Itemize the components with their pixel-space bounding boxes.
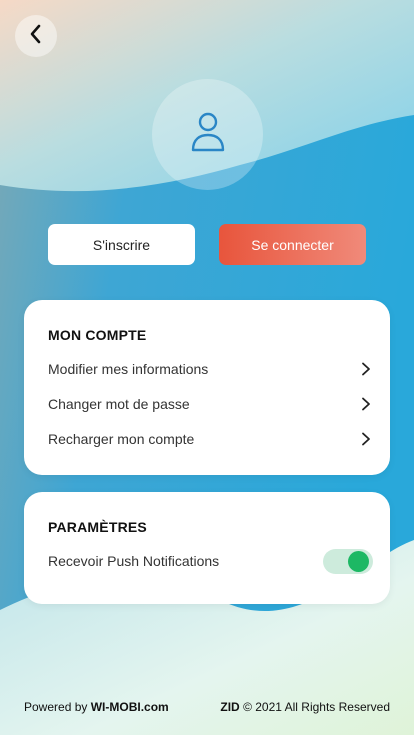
chevron-right-icon [360,362,372,376]
account-item-edit-info[interactable]: Modifier mes informations [48,357,372,381]
account-item-recharge[interactable]: Recharger mon compte [48,427,372,451]
push-notifications-toggle[interactable] [323,549,373,574]
push-notifications-row: Recevoir Push Notifications [48,549,300,573]
chevron-right-icon [360,432,372,446]
account-item-label: Modifier mes informations [48,361,209,377]
login-button[interactable]: Se connecter [219,224,366,265]
register-label: S'inscrire [92,236,151,253]
user-icon [190,111,226,158]
login-label: Se connecter [251,236,334,253]
powered-by-text: Powered by WI-MOBI.com [24,700,169,714]
settings-card: PARAMÈTRES Recevoir Push Notifications [24,492,390,604]
powered-by-brand[interactable]: WI-MOBI.com [91,700,169,714]
account-item-change-password[interactable]: Changer mot de passe [48,392,372,416]
push-notifications-label: Recevoir Push Notifications [48,553,220,569]
copyright-text: ZID © 2021 All Rights Reserved [220,700,390,714]
account-item-label: Recharger mon compte [48,431,195,447]
copyright-notice: © 2021 All Rights Reserved [239,700,390,714]
chevron-left-icon [29,24,43,49]
account-title: MON COMPTE [48,327,147,343]
account-item-label: Changer mot de passe [48,396,190,412]
avatar [152,79,263,190]
account-card: MON COMPTE Modifier mes informations Cha… [24,300,390,475]
back-button[interactable] [15,15,57,57]
chevron-right-icon [360,397,372,411]
toggle-knob [348,551,369,572]
copyright-brand: ZID [220,700,240,714]
register-button[interactable]: S'inscrire [48,224,195,265]
powered-by-prefix: Powered by [24,700,91,714]
settings-title: PARAMÈTRES [48,519,147,535]
